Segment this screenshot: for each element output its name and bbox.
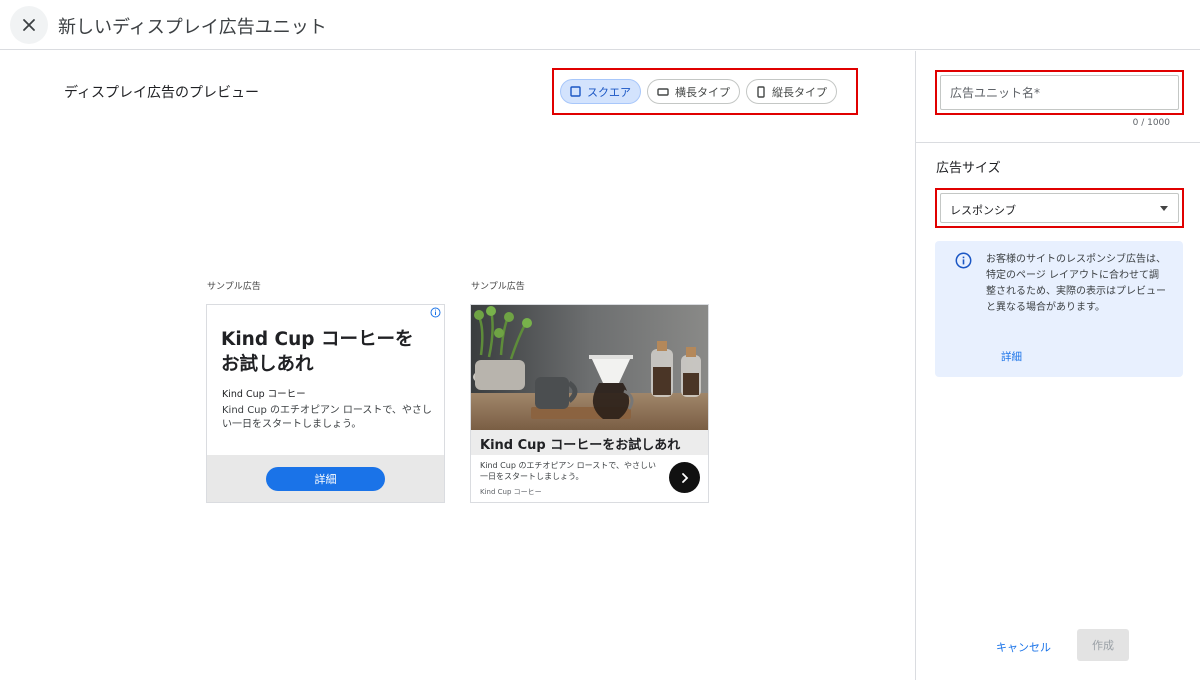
sample-ad-image: Kind Cup コーヒーをお試しあれ Kind Cup のエチオピアン ロース… xyxy=(470,304,709,503)
ad-next-button[interactable] xyxy=(669,462,700,493)
ad-unit-name-field-highlight xyxy=(935,70,1184,115)
page-title: 新しいディスプレイ広告ユニット xyxy=(58,17,327,38)
close-button[interactable] xyxy=(10,6,48,44)
ad-description: Kind Cup のエチオピアン ローストで、やさしい一日をスタートしましょう。 xyxy=(480,461,656,481)
sample-ad-square: Kind Cup コーヒーを お試しあれ Kind Cup コーヒー Kind … xyxy=(206,304,445,503)
sample-ad-label: サンプル広告 xyxy=(471,282,525,292)
ad-size-value: レスポンシブ xyxy=(950,204,1016,217)
vertical-rect-icon xyxy=(757,85,765,98)
ad-footer: 詳細 xyxy=(207,455,444,502)
ad-description: Kind Cup のエチオピアン ローストで、やさしい一日をスタートしましょう。 xyxy=(222,405,432,430)
info-box: お客様のサイトのレスポンシブ広告は、特定のページ レイアウトに合わせて調整される… xyxy=(935,241,1183,377)
ad-headline: Kind Cup コーヒーを お試しあれ xyxy=(221,329,414,375)
info-details-link[interactable]: 詳細 xyxy=(1001,349,1022,364)
ad-brand: Kind Cup コーヒー xyxy=(222,389,306,400)
square-icon xyxy=(570,86,581,97)
ad-size-label: 広告サイズ xyxy=(936,161,1001,176)
close-icon xyxy=(23,19,35,31)
shape-chip-label: 横長タイプ xyxy=(675,85,730,99)
coffee-photo xyxy=(471,305,708,430)
ad-headline-bar: Kind Cup コーヒーをお試しあれ xyxy=(471,430,708,455)
ad-brand: Kind Cup コーヒー xyxy=(480,488,542,496)
cancel-button[interactable]: キャンセル xyxy=(996,639,1051,655)
chevron-right-icon xyxy=(681,472,688,483)
ad-size-select-highlight: レスポンシブ xyxy=(935,188,1184,228)
shape-chip-horizontal[interactable]: 横長タイプ xyxy=(647,79,740,104)
horizontal-rect-icon xyxy=(657,87,669,96)
char-counter: 0 / 1000 xyxy=(1132,118,1170,128)
sample-ad-label: サンプル広告 xyxy=(207,282,261,292)
info-icon[interactable] xyxy=(430,307,441,318)
preview-title: ディスプレイ広告のプレビュー xyxy=(64,85,260,101)
shape-chip-label: スクエア xyxy=(587,85,631,99)
shape-chip-vertical[interactable]: 縦長タイプ xyxy=(746,79,837,104)
divider xyxy=(916,142,1200,143)
ad-cta-button[interactable]: 詳細 xyxy=(266,467,385,491)
create-button[interactable]: 作成 xyxy=(1077,629,1129,661)
shape-chip-square[interactable]: スクエア xyxy=(560,79,641,104)
shape-chip-label: 縦長タイプ xyxy=(772,85,827,99)
info-icon xyxy=(955,252,972,269)
dropdown-caret-icon xyxy=(1160,206,1168,211)
ad-headline: Kind Cup コーヒーをお試しあれ xyxy=(480,438,681,453)
ad-size-select[interactable]: レスポンシブ xyxy=(940,193,1179,223)
ad-shape-selector: スクエア 横長タイプ 縦長タイプ xyxy=(552,68,858,115)
ad-unit-name-input[interactable] xyxy=(940,75,1179,110)
header: 新しいディスプレイ広告ユニット xyxy=(0,0,1200,50)
settings-panel: 0 / 1000 広告サイズ レスポンシブ お客様のサイトのレスポンシブ広告は、… xyxy=(915,51,1200,680)
info-text: お客様のサイトのレスポンシブ広告は、特定のページ レイアウトに合わせて調整される… xyxy=(986,254,1166,313)
